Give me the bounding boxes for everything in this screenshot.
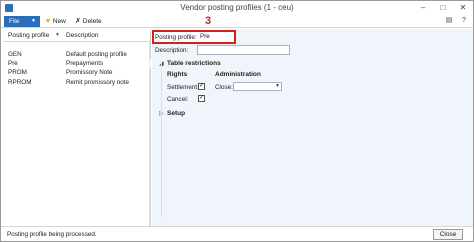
delete-button[interactable]: ✗ Delete (75, 16, 102, 27)
table-restrictions-title[interactable]: Table restrictions (167, 60, 221, 67)
row-description: Remit promissory note (66, 78, 129, 86)
rights-header: Rights (167, 71, 188, 78)
cancel-label: Cancel: (167, 96, 189, 103)
window-controls: – □ ✕ (417, 2, 469, 13)
row-description: Prepayments (66, 60, 104, 68)
delete-icon: ✗ (75, 18, 81, 25)
setup-title[interactable]: Setup (167, 110, 185, 117)
annotation-number: 3 (205, 15, 212, 27)
table-row[interactable]: RPROM Remit promissory note (3, 78, 151, 87)
window-title: Vendor posting profiles (1 - ceu) (180, 3, 294, 12)
checkmark-icon: ✓ (199, 95, 205, 101)
status-text: Posting profile being processed. (7, 231, 97, 238)
settlement-checkbox[interactable]: ✓ (198, 83, 205, 90)
administration-header: Administration (215, 71, 261, 78)
title-bar: Vendor posting profiles (1 - ceu) – □ ✕ (1, 1, 473, 15)
detail-pane (152, 29, 473, 226)
toolbar-right-icons: ▤ ? (444, 16, 469, 26)
description-label: Description: (155, 47, 189, 54)
settlement-label: Settlement: (167, 84, 199, 91)
row-profile: Pre (8, 60, 18, 68)
minimize-icon[interactable]: – (417, 2, 429, 13)
dropdown-arrow-icon: ▼ (275, 83, 280, 89)
row-profile: GEN (8, 51, 22, 58)
maximize-icon[interactable]: □ (437, 2, 449, 13)
section-divider (161, 61, 162, 217)
posting-profile-field[interactable]: Pre (197, 32, 233, 42)
file-menu-label: File (9, 18, 20, 25)
close-window-icon[interactable]: ✕ (457, 2, 469, 13)
close-button[interactable]: Close (433, 229, 463, 240)
posting-profile-label: Posting profile: (155, 34, 197, 41)
row-description: Promissory Note (66, 69, 113, 77)
list-divider (149, 42, 150, 226)
checkmark-icon: ✓ (199, 83, 205, 89)
toolbar: File ▼ ✷ New ✗ Delete ▤ ? (1, 15, 473, 28)
delete-label: Delete (82, 18, 102, 25)
description-field[interactable] (197, 45, 290, 55)
file-menu-button[interactable]: File ▼ (4, 16, 40, 27)
close-label: Close: (215, 84, 233, 91)
table-row[interactable]: PROM Promissory Note (3, 68, 151, 77)
table-row[interactable]: Pre Prepayments (3, 59, 151, 69)
row-profile: RPROM (8, 78, 32, 86)
list-rows: GEN Default posting profile Pre Prepayme… (3, 50, 151, 87)
row-profile: PROM (8, 69, 27, 77)
new-button[interactable]: ✷ New (45, 16, 66, 27)
new-label: New (52, 18, 66, 25)
layout-icon[interactable]: ▤ (444, 16, 454, 26)
help-icon[interactable]: ? (459, 16, 469, 26)
cancel-checkbox[interactable]: ✓ (198, 95, 205, 102)
posting-profile-list: Posting profile ▼ Description GEN Defaul… (3, 30, 151, 226)
sort-icon[interactable]: ▼ (55, 32, 60, 38)
list-header: Posting profile ▼ Description (3, 30, 151, 42)
table-row[interactable]: GEN Default posting profile (3, 50, 151, 59)
row-description: Default posting profile (66, 51, 127, 58)
new-icon: ✷ (45, 18, 51, 25)
column-header-description[interactable]: Description (66, 32, 99, 39)
chevron-down-icon: ▼ (31, 18, 36, 24)
column-header-posting-profile[interactable]: Posting profile (8, 32, 49, 39)
close-select[interactable]: ▼ (233, 82, 282, 91)
status-bar: Posting profile being processed. Close (1, 226, 473, 241)
window: Vendor posting profiles (1 - ceu) – □ ✕ … (0, 0, 474, 242)
